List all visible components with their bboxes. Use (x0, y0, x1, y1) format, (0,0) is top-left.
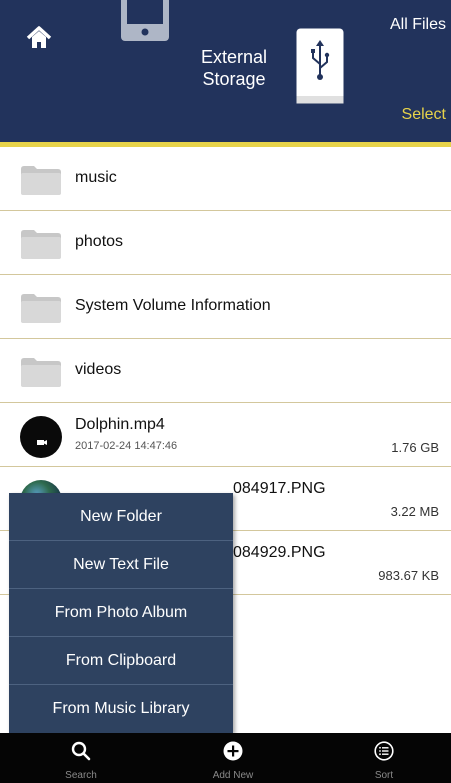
video-thumbnail (20, 416, 62, 458)
folder-row-photos[interactable]: photos (0, 211, 451, 275)
all-files-button[interactable]: All Files (390, 16, 446, 34)
file-name: System Volume Information (75, 297, 271, 314)
usb-drive-icon[interactable] (296, 28, 344, 104)
file-name: 084929.PNG (233, 544, 326, 561)
file-name: videos (75, 361, 122, 378)
file-name: music (75, 169, 117, 186)
select-button[interactable]: Select (402, 106, 446, 124)
folder-row-videos[interactable]: videos (0, 339, 451, 403)
new-folder-menu-item[interactable]: New Folder (9, 493, 233, 541)
file-row-dolphin[interactable]: Dolphin.mp4 2017-02-24 14:47:46 1.76 GB (0, 403, 451, 467)
phone-storage-icon[interactable] (120, 0, 170, 42)
video-camera-icon (37, 440, 47, 445)
sort-tab-label: Sort (374, 770, 394, 781)
plus-circle-icon (223, 741, 243, 761)
file-name: 084917.PNG (233, 480, 326, 497)
folder-icon (21, 166, 61, 195)
sort-tab[interactable]: Sort (334, 733, 434, 783)
folder-icon (21, 230, 61, 259)
file-name: Dolphin.mp4 (75, 416, 165, 433)
file-size: 983.67 KB (378, 568, 439, 583)
new-text-file-menu-item[interactable]: New Text File (9, 541, 233, 589)
from-music-library-menu-item[interactable]: From Music Library (9, 685, 233, 733)
file-size: 1.76 GB (391, 440, 439, 455)
list-circle-icon (374, 741, 394, 761)
home-icon[interactable] (25, 24, 53, 52)
file-name: photos (75, 233, 124, 250)
folder-icon (21, 294, 61, 323)
storage-title: External Storage (200, 47, 268, 89)
add-new-tab[interactable]: Add New (183, 733, 283, 783)
from-photo-album-menu-item[interactable]: From Photo Album (9, 589, 233, 637)
from-clipboard-menu-item[interactable]: From Clipboard (9, 637, 233, 685)
folder-icon (21, 358, 61, 387)
add-new-menu: New Folder New Text File From Photo Albu… (9, 493, 233, 733)
storage-header: External Storage All Files Select (0, 0, 451, 142)
search-tab[interactable]: Search (31, 733, 131, 783)
search-tab-label: Search (65, 770, 97, 781)
add-new-tab-label: Add New (212, 770, 254, 781)
folder-row-music[interactable]: music (0, 147, 451, 211)
file-size: 3.22 MB (390, 504, 439, 519)
file-date: 2017-02-24 14:47:46 (75, 440, 178, 452)
bottom-tab-bar: Search Add New Sort (0, 733, 451, 783)
folder-row-system-volume-information[interactable]: System Volume Information (0, 275, 451, 339)
search-icon (71, 741, 91, 761)
